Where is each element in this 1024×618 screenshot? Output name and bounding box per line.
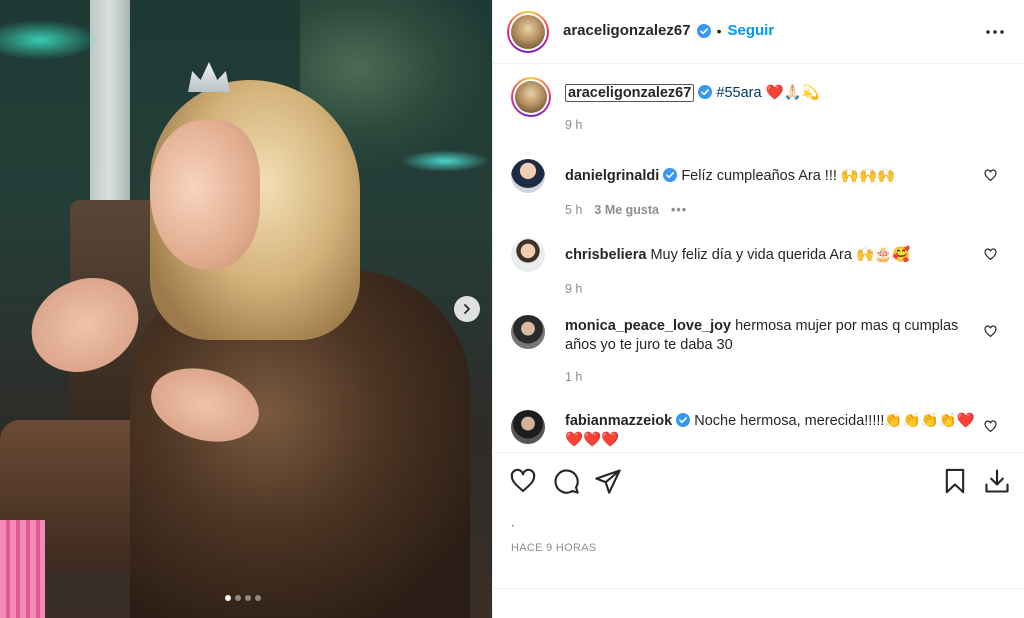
comment-username[interactable]: monica_peace_love_joy bbox=[565, 318, 731, 334]
post-sidebar: araceligonzalez67 • Seguir araceligonzal… bbox=[492, 0, 1024, 618]
woman-face bbox=[150, 120, 260, 270]
follow-button[interactable]: Seguir bbox=[727, 22, 774, 39]
comment-username[interactable]: fabianmazzeiok bbox=[565, 413, 672, 429]
comment-username[interactable]: chrisbeliera bbox=[565, 247, 646, 263]
posted-ago[interactable]: HACE 9 HORAS bbox=[511, 542, 597, 554]
comment-heart-icon[interactable] bbox=[984, 169, 997, 182]
comment-icon[interactable] bbox=[552, 467, 580, 495]
caption-username[interactable]: araceligonzalez67 bbox=[565, 84, 695, 102]
verified-badge-icon bbox=[676, 413, 691, 427]
comment-likes[interactable]: 3 Me gusta bbox=[594, 203, 659, 217]
post-timestamp: ˋ HACE 9 HORAS bbox=[511, 524, 597, 554]
comment-item: fabianmazzeiok Noche hermosa, merecida!!… bbox=[511, 410, 1011, 453]
commenter-avatar[interactable] bbox=[511, 315, 545, 349]
caption-avatar[interactable] bbox=[511, 77, 551, 117]
divider bbox=[493, 588, 1024, 589]
carousel-dot bbox=[255, 595, 261, 601]
comment-time[interactable]: 1 h bbox=[565, 370, 582, 384]
caption-hashtag[interactable]: #55ara bbox=[716, 85, 761, 101]
caption-time[interactable]: 9 h bbox=[565, 118, 582, 132]
header-separator: • bbox=[716, 22, 722, 39]
comment-heart-icon[interactable] bbox=[984, 325, 997, 338]
heart-icon[interactable] bbox=[509, 467, 537, 495]
birthday-candles bbox=[0, 520, 45, 618]
comment-heart-icon[interactable] bbox=[984, 248, 997, 261]
background-light bbox=[0, 20, 100, 60]
background-light-2 bbox=[400, 150, 490, 172]
comment-time[interactable]: 9 h bbox=[565, 282, 582, 296]
share-icon[interactable] bbox=[594, 467, 622, 495]
verified-badge-icon bbox=[698, 85, 713, 99]
comment-options[interactable]: ••• bbox=[671, 203, 687, 217]
author-username[interactable]: araceligonzalez67 bbox=[563, 22, 691, 39]
comment-time[interactable]: 5 h bbox=[565, 203, 582, 217]
download-icon[interactable] bbox=[983, 467, 1011, 495]
author-avatar[interactable] bbox=[507, 11, 549, 53]
likes-placeholder: ˋ bbox=[511, 524, 515, 536]
chevron-right-icon bbox=[464, 304, 470, 314]
more-options-icon[interactable] bbox=[985, 22, 1005, 42]
commenter-avatar[interactable] bbox=[511, 410, 545, 444]
carousel-dot bbox=[245, 595, 251, 601]
comment-text: Muy feliz día y vida querida Ara 🙌🎂🥰 bbox=[650, 247, 911, 263]
post-actions bbox=[493, 452, 1024, 512]
carousel-dot bbox=[225, 595, 231, 601]
tiara bbox=[188, 62, 230, 92]
bookmark-icon[interactable] bbox=[941, 467, 969, 495]
comment-item: monica_peace_love_joy hermosa mujer por … bbox=[511, 315, 1011, 395]
post-header: araceligonzalez67 • Seguir bbox=[493, 0, 1024, 64]
verified-badge-icon bbox=[696, 23, 711, 38]
next-slide-button[interactable] bbox=[454, 296, 480, 322]
comment-username[interactable]: danielgrinaldi bbox=[565, 168, 659, 184]
carousel-indicator bbox=[225, 595, 261, 601]
commenter-avatar[interactable] bbox=[511, 159, 545, 193]
post-photo[interactable] bbox=[0, 0, 492, 618]
comment-heart-icon[interactable] bbox=[984, 420, 997, 433]
commenter-avatar[interactable] bbox=[511, 238, 545, 272]
comments-list[interactable]: araceligonzalez67 #55ara ❤️🙏🏻💫 9 h danie… bbox=[493, 65, 1024, 453]
caption-emojis: ❤️🙏🏻💫 bbox=[765, 85, 820, 101]
verified-badge-icon bbox=[663, 168, 678, 182]
comment-item: chrisbeliera Muy feliz día y vida querid… bbox=[511, 238, 1011, 298]
comment-item: danielgrinaldi Felíz cumpleaños Ara !!! … bbox=[511, 159, 1011, 219]
comment-text: Felíz cumpleaños Ara !!! 🙌🙌🙌 bbox=[681, 168, 896, 184]
carousel-dot bbox=[235, 595, 241, 601]
